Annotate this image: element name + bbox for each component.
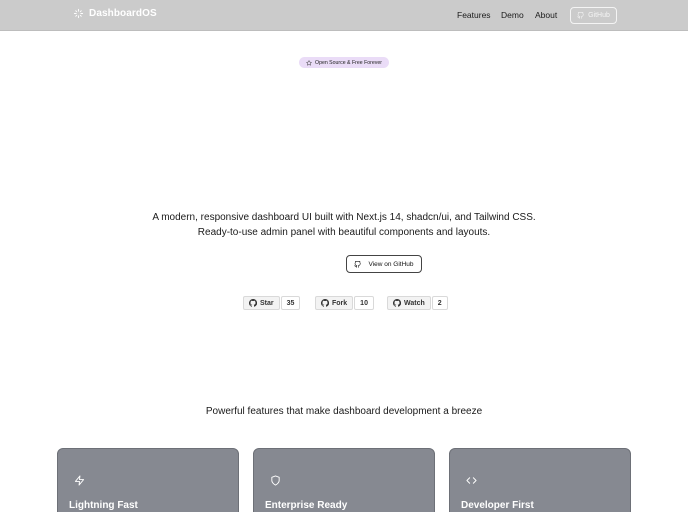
github-icon <box>577 12 584 19</box>
view-on-github-button[interactable]: View on GitHub <box>346 255 422 273</box>
features-subtitle: Powerful features that make dashboard de… <box>205 406 483 417</box>
feature-card-developer-first: Developer First <box>449 448 631 512</box>
code-icon <box>466 477 477 484</box>
github-star-widget: Star 35 <box>243 296 301 310</box>
github-fork-count[interactable]: 10 <box>354 296 374 310</box>
nav-link-features[interactable]: Features <box>457 10 491 20</box>
nav-link-demo[interactable]: Demo <box>501 10 524 20</box>
hero-tagline: A modern, responsive dashboard UI built … <box>152 212 536 238</box>
sparkles-icon <box>73 8 84 19</box>
github-watch-widget: Watch 2 <box>387 296 448 310</box>
shield-icon <box>271 475 280 486</box>
badge-label: Open Source & Free Forever <box>315 59 382 66</box>
github-fork-label: Fork <box>332 299 348 307</box>
feature-card-enterprise-ready: Enterprise Ready <box>253 448 435 512</box>
feature-card-lightning-fast: Lightning Fast <box>57 448 239 512</box>
star-icon <box>306 59 312 65</box>
github-star-button[interactable]: Star <box>243 296 280 310</box>
github-star-count[interactable]: 35 <box>280 296 301 310</box>
github-icon <box>354 260 362 268</box>
github-watch-count[interactable]: 2 <box>431 296 448 310</box>
feature-card-title: Developer First <box>461 500 534 511</box>
lightning-icon <box>74 475 85 486</box>
brand-logo-link[interactable]: DashboardOS <box>73 8 157 19</box>
github-nav-label: GitHub <box>588 12 610 19</box>
github-octocat-icon <box>393 299 401 307</box>
navbar: DashboardOS Features Demo About GitHub <box>0 0 688 31</box>
github-fork-button[interactable]: Fork <box>315 296 354 310</box>
nav-link-about[interactable]: About <box>535 10 557 20</box>
github-star-label: Star <box>260 299 274 307</box>
view-on-github-label: View on GitHub <box>368 260 414 268</box>
feature-card-title: Enterprise Ready <box>265 500 348 511</box>
github-octocat-icon <box>249 299 257 307</box>
feature-card-title: Lightning Fast <box>69 500 138 511</box>
github-watch-label: Watch <box>404 299 425 307</box>
open-source-badge: Open Source & Free Forever <box>299 57 389 68</box>
github-watch-button[interactable]: Watch <box>387 296 431 310</box>
github-octocat-icon <box>321 299 329 307</box>
github-fork-widget: Fork 10 <box>315 296 374 310</box>
brand-name: DashboardOS <box>89 8 157 19</box>
github-nav-button[interactable]: GitHub <box>570 7 617 24</box>
